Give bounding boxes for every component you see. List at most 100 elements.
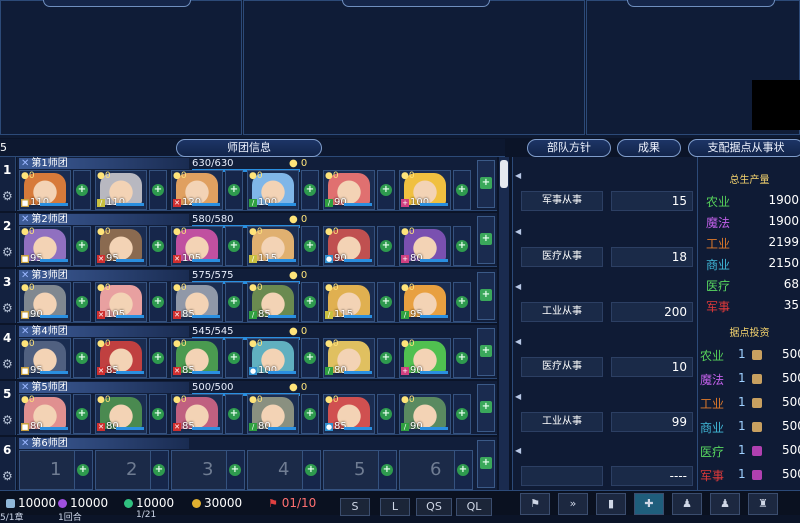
- unit-card[interactable]: ●0✕105: [171, 226, 223, 266]
- gear-icon[interactable]: ⚙: [2, 189, 13, 203]
- unit-slot-button[interactable]: +: [225, 338, 243, 378]
- top-panel-middle-tab[interactable]: [342, 0, 490, 7]
- squad-name-bar[interactable]: ✕ 第3师团: [19, 270, 189, 281]
- top-panel-left-tab[interactable]: [43, 0, 191, 7]
- close-icon[interactable]: ✕: [21, 326, 29, 337]
- unit-card[interactable]: ●0/110: [95, 170, 147, 210]
- unit-slot-button[interactable]: +: [225, 226, 243, 266]
- unit-card[interactable]: ●0/115: [323, 282, 375, 322]
- investment-row[interactable]: 军事 1 500: [700, 467, 800, 491]
- toolbar-button[interactable]: ▮: [596, 493, 626, 515]
- unit-slot-button[interactable]: +: [73, 170, 91, 210]
- unit-card[interactable]: ●0 ■ 90: [19, 282, 71, 322]
- unit-slot-button[interactable]: +: [453, 226, 471, 266]
- policy-name-button[interactable]: 医疗从事: [521, 247, 603, 267]
- close-icon[interactable]: ✕: [21, 270, 29, 281]
- left-arrow-icon[interactable]: ◀: [515, 337, 521, 346]
- squad-name-bar[interactable]: ✕ 第5师团: [19, 382, 189, 393]
- unit-slot-button[interactable]: +: [453, 338, 471, 378]
- unit-card[interactable]: ●0 ✕ 85: [171, 394, 223, 434]
- investment-row[interactable]: 魔法 1 500: [700, 371, 800, 395]
- gear-icon[interactable]: ⚙: [2, 413, 13, 427]
- investment-row[interactable]: 商业 1 500: [700, 419, 800, 443]
- investment-row[interactable]: 医疗 1 500: [700, 443, 800, 467]
- unit-card[interactable]: ●0/80: [247, 394, 299, 434]
- unit-slot-button[interactable]: +: [301, 338, 319, 378]
- close-icon[interactable]: ✕: [21, 382, 29, 393]
- squad-name-bar[interactable]: ✕ 第2师团: [19, 214, 189, 225]
- unit-card[interactable]: ●0 ✕ 85: [171, 338, 223, 378]
- unit-slot-button[interactable]: +: [377, 226, 395, 266]
- unit-slot-button[interactable]: +: [302, 451, 320, 489]
- unit-card[interactable]: ●0/90: [399, 394, 451, 434]
- close-icon[interactable]: ✕: [21, 438, 29, 449]
- unit-card[interactable]: ●0+100: [399, 170, 451, 210]
- unit-slot-button[interactable]: +: [225, 394, 243, 434]
- policy-name-button[interactable]: 工业从事: [521, 412, 603, 432]
- unit-slot-button[interactable]: +: [226, 451, 244, 489]
- unit-card[interactable]: ●0/85: [247, 282, 299, 322]
- empty-unit-slot[interactable]: 1 +: [19, 450, 93, 490]
- unit-card[interactable]: ●0 ✕ 80: [95, 394, 147, 434]
- toolbar-button[interactable]: ⚑: [520, 493, 550, 515]
- tab-stronghold[interactable]: 支配据点从事状: [688, 139, 800, 157]
- toolbar-button[interactable]: ♟: [710, 493, 740, 515]
- tab-results[interactable]: 成果: [617, 139, 681, 157]
- unit-slot-button[interactable]: +: [301, 394, 319, 434]
- toolbar-button[interactable]: ♜: [748, 493, 778, 515]
- left-arrow-icon[interactable]: ◀: [515, 392, 521, 401]
- left-arrow-icon[interactable]: ◀: [515, 171, 521, 180]
- empty-unit-slot[interactable]: 4 +: [247, 450, 321, 490]
- unit-card[interactable]: ●0 ● 90: [323, 226, 375, 266]
- unit-slot-button[interactable]: +: [149, 170, 167, 210]
- squad-scrollbar[interactable]: [499, 157, 509, 490]
- unit-slot-button[interactable]: +: [301, 226, 319, 266]
- unit-card[interactable]: ●0/90: [323, 170, 375, 210]
- squad-action-button[interactable]: +: [477, 160, 495, 208]
- unit-card[interactable]: ●0 +80: [399, 226, 451, 266]
- unit-slot-button[interactable]: +: [225, 170, 243, 210]
- bottom-button-l[interactable]: L: [380, 498, 410, 516]
- scrollbar-thumb[interactable]: [500, 160, 508, 188]
- unit-card[interactable]: ●0●100: [247, 338, 299, 378]
- squad-action-button[interactable]: +: [477, 384, 495, 432]
- bottom-button-qs[interactable]: QS: [416, 498, 452, 516]
- unit-slot-button[interactable]: +: [73, 226, 91, 266]
- squad-action-button[interactable]: +: [477, 216, 495, 264]
- investment-row[interactable]: 农业 1 500: [700, 347, 800, 371]
- unit-slot-button[interactable]: +: [377, 170, 395, 210]
- left-arrow-icon[interactable]: ◀: [515, 446, 521, 455]
- unit-card[interactable]: ●0 ■ 80: [19, 394, 71, 434]
- policy-name-button[interactable]: [521, 466, 603, 486]
- unit-slot-button[interactable]: +: [453, 394, 471, 434]
- empty-unit-slot[interactable]: 2 +: [95, 450, 169, 490]
- empty-unit-slot[interactable]: 3 +: [171, 450, 245, 490]
- gear-icon[interactable]: ⚙: [2, 301, 13, 315]
- investment-row[interactable]: 工业 1 500: [700, 395, 800, 419]
- unit-slot-button[interactable]: +: [149, 338, 167, 378]
- unit-slot-button[interactable]: +: [225, 282, 243, 322]
- squad-name-bar[interactable]: ✕ 第1师团: [19, 158, 189, 169]
- unit-slot-button[interactable]: +: [149, 394, 167, 434]
- squad-action-button[interactable]: +: [477, 328, 495, 376]
- squad-name-bar[interactable]: ✕ 第4师团: [19, 326, 189, 337]
- unit-card[interactable]: ●0■110: [19, 170, 71, 210]
- top-panel-right-tab[interactable]: [627, 0, 775, 7]
- unit-slot-button[interactable]: +: [301, 282, 319, 322]
- left-arrow-icon[interactable]: ◀: [515, 227, 521, 236]
- unit-card[interactable]: ●0 ■ 95: [19, 226, 71, 266]
- gear-icon[interactable]: ⚙: [2, 245, 13, 259]
- unit-card[interactable]: ●0/100: [247, 170, 299, 210]
- unit-card[interactable]: ●0✕120: [171, 170, 223, 210]
- unit-slot-button[interactable]: +: [73, 282, 91, 322]
- policy-name-button[interactable]: 军事从事: [521, 191, 603, 211]
- unit-slot-button[interactable]: +: [453, 282, 471, 322]
- unit-slot-button[interactable]: +: [149, 226, 167, 266]
- squad-name-bar[interactable]: ✕ 第6师团: [19, 438, 189, 449]
- tab-policy[interactable]: 部队方针: [527, 139, 611, 157]
- policy-name-button[interactable]: 医疗从事: [521, 357, 603, 377]
- unit-card[interactable]: ●0/80: [323, 338, 375, 378]
- toolbar-button[interactable]: ♟: [672, 493, 702, 515]
- unit-slot-button[interactable]: +: [453, 170, 471, 210]
- unit-slot-button[interactable]: +: [378, 451, 396, 489]
